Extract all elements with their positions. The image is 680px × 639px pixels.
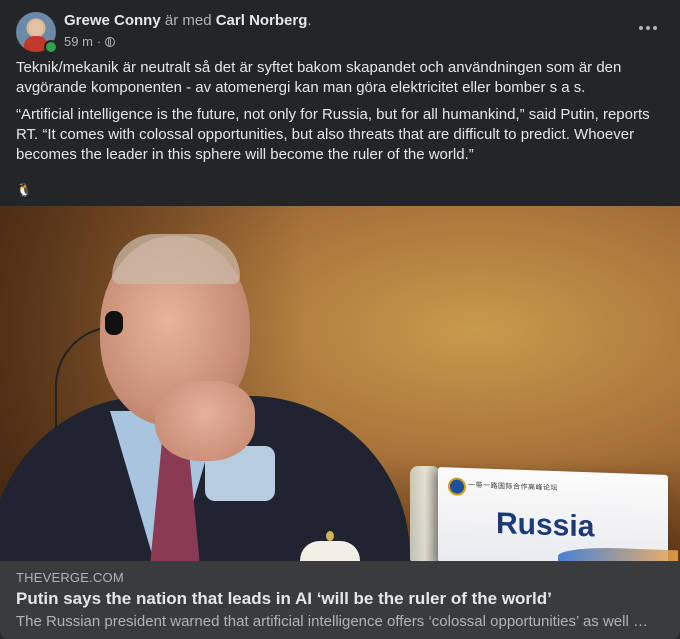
post-paragraph: “Artificial intelligence is the future, … <box>16 106 650 163</box>
nameplate-swoosh <box>558 546 678 561</box>
link-domain: THEVERGE.COM <box>16 570 124 585</box>
tagged-name[interactable]: Carl Norberg <box>216 12 308 29</box>
nameplate: 一带一路国际合作高峰论坛 Russia <box>438 466 678 561</box>
post-meta: 59 m · <box>64 34 116 49</box>
link-title[interactable]: Putin says the nation that leads in AI ‘… <box>16 589 552 609</box>
nameplate-small-text: 一带一路国际合作高峰论坛 <box>468 482 558 493</box>
link-preview-image[interactable]: 一带一路国际合作高峰论坛 Russia <box>0 206 680 561</box>
online-status-dot <box>44 40 58 54</box>
with-text: är med <box>164 12 212 29</box>
post-body: Teknik/mekanik är neutralt så det är syf… <box>0 58 680 165</box>
dot-icon <box>646 26 650 30</box>
dot-icon <box>639 26 643 30</box>
dot-icon <box>653 26 657 30</box>
water-bottle <box>410 466 440 561</box>
teacup <box>300 531 360 561</box>
meta-separator: · <box>96 34 102 49</box>
tagged-suffix: . <box>307 12 312 29</box>
post-paragraph: Teknik/mekanik är neutralt så det är syf… <box>16 59 622 96</box>
post-header: Grewe Conny är med Carl Norberg. 59 m · <box>0 0 680 58</box>
link-description: The Russian president warned that artifi… <box>16 613 656 630</box>
penguin-emoji: 🐧 <box>16 182 33 197</box>
author-name[interactable]: Grewe Conny <box>64 12 161 29</box>
earpiece <box>105 311 123 335</box>
nameplate-country: Russia <box>496 507 595 544</box>
person-hair <box>112 234 240 284</box>
avatar-face <box>29 20 43 36</box>
post-author-line: Grewe Conny är med Carl Norberg. <box>64 12 312 30</box>
link-preview-info[interactable]: THEVERGE.COM Putin says the nation that … <box>0 561 680 639</box>
post-timestamp[interactable]: 59 m <box>64 34 93 49</box>
summit-logo-icon <box>448 477 466 496</box>
globe-icon[interactable] <box>105 36 116 47</box>
feed-post: Grewe Conny är med Carl Norberg. 59 m · … <box>0 0 680 639</box>
more-options-button[interactable] <box>634 18 662 38</box>
person-hand <box>155 381 255 461</box>
